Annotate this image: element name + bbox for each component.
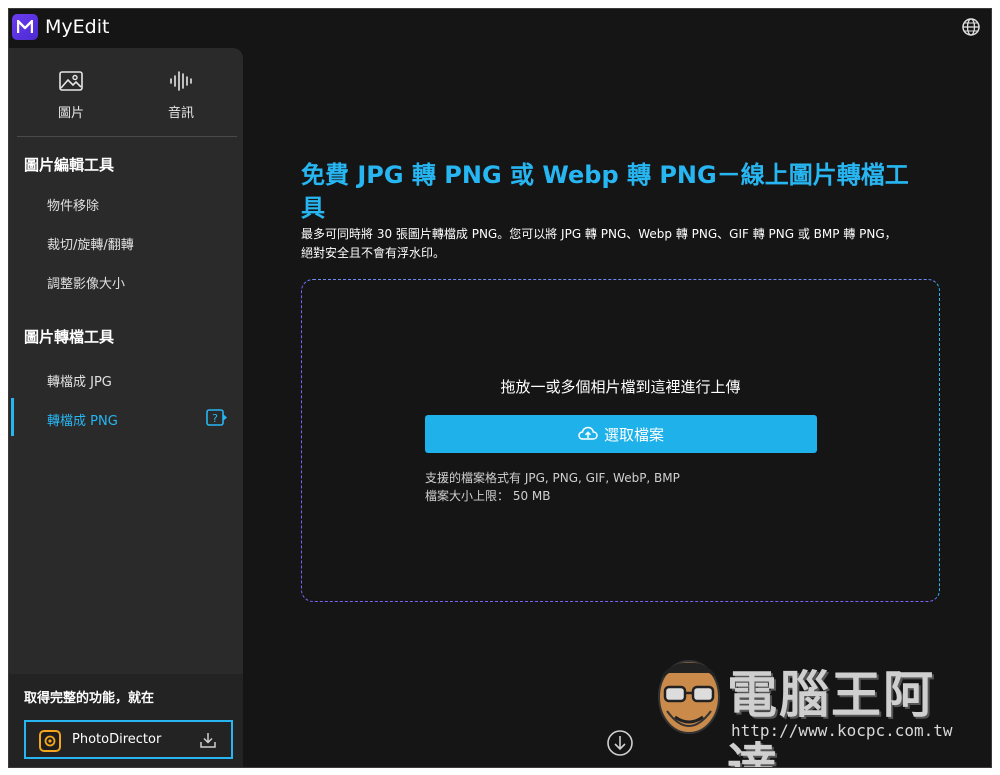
sidebar-item-convert-png[interactable]: 轉檔成 PNG bbox=[47, 410, 118, 429]
sidebar-item-resize[interactable]: 調整影像大小 bbox=[47, 273, 125, 292]
active-indicator bbox=[11, 398, 14, 436]
app-window: MyEdit 圖片 音訊 圖片編輯工具 物件移除 裁切/旋轉/翻轉 調整影像大小… bbox=[8, 8, 992, 768]
supported-formats: 支援的檔案格式有 JPG, PNG, GIF, WebP, BMP bbox=[425, 471, 680, 485]
download-icon bbox=[200, 733, 216, 748]
video-help-icon[interactable]: ? bbox=[206, 409, 228, 426]
sidebar-item-convert-jpg[interactable]: 轉檔成 JPG bbox=[47, 371, 112, 390]
photodirector-label: PhotoDirector bbox=[72, 732, 162, 747]
section-title-image-edit: 圖片編輯工具 bbox=[24, 156, 115, 174]
watermark: 電腦王阿達 http://www.kocpc.com.tw bbox=[649, 649, 979, 767]
promo-area: 取得完整的功能，就在 PhotoDirector bbox=[9, 674, 243, 767]
category-image[interactable]: 圖片 bbox=[41, 70, 101, 121]
page-description: 最多可同時將 30 張圖片轉檔成 PNG。您可以將 JPG 轉 PNG、Webp… bbox=[301, 227, 897, 260]
globe-icon[interactable] bbox=[961, 17, 981, 37]
dropzone-title: 拖放一或多個相片檔到這裡進行上傳 bbox=[500, 378, 741, 396]
watermark-text: 電腦王阿達 bbox=[727, 666, 935, 768]
sidebar: 圖片 音訊 圖片編輯工具 物件移除 裁切/旋轉/翻轉 調整影像大小 圖片轉檔工具… bbox=[9, 48, 243, 767]
category-audio[interactable]: 音訊 bbox=[151, 70, 211, 121]
file-size-limit: 檔案大小上限： 50 MB bbox=[425, 489, 551, 503]
photodirector-download-button[interactable]: PhotoDirector bbox=[24, 720, 233, 759]
select-file-label: 選取檔案 bbox=[603, 425, 664, 444]
image-icon bbox=[59, 71, 83, 91]
watermark-url: http://www.kocpc.com.tw bbox=[731, 721, 953, 740]
photodirector-logo-icon bbox=[39, 730, 61, 752]
upload-dropzone[interactable]: 拖放一或多個相片檔到這裡進行上傳 選取檔案 支援的檔案格式有 JPG, PNG,… bbox=[301, 279, 940, 602]
page-title: 免費 JPG 轉 PNG 或 Webp 轉 PNG－線上圖片轉檔工具 bbox=[301, 161, 909, 222]
cloud-upload-icon bbox=[578, 426, 598, 440]
app-title[interactable]: MyEdit bbox=[45, 16, 109, 38]
category-image-label: 圖片 bbox=[57, 106, 84, 121]
sidebar-item-crop-rotate-flip[interactable]: 裁切/旋轉/翻轉 bbox=[47, 234, 134, 253]
category-audio-label: 音訊 bbox=[167, 106, 194, 121]
myedit-logo-icon[interactable] bbox=[12, 14, 38, 40]
top-bar: MyEdit bbox=[9, 9, 991, 45]
section-title-image-convert: 圖片轉檔工具 bbox=[24, 328, 115, 346]
sidebar-item-object-removal[interactable]: 物件移除 bbox=[47, 195, 99, 214]
audio-wave-icon bbox=[170, 71, 192, 91]
select-file-button[interactable]: 選取檔案 bbox=[425, 415, 817, 453]
watermark-mascot-icon bbox=[658, 660, 720, 734]
sidebar-divider bbox=[17, 136, 237, 137]
promo-text: 取得完整的功能，就在 bbox=[24, 691, 155, 706]
svg-text:?: ? bbox=[212, 412, 218, 425]
scroll-down-icon[interactable] bbox=[606, 729, 634, 757]
